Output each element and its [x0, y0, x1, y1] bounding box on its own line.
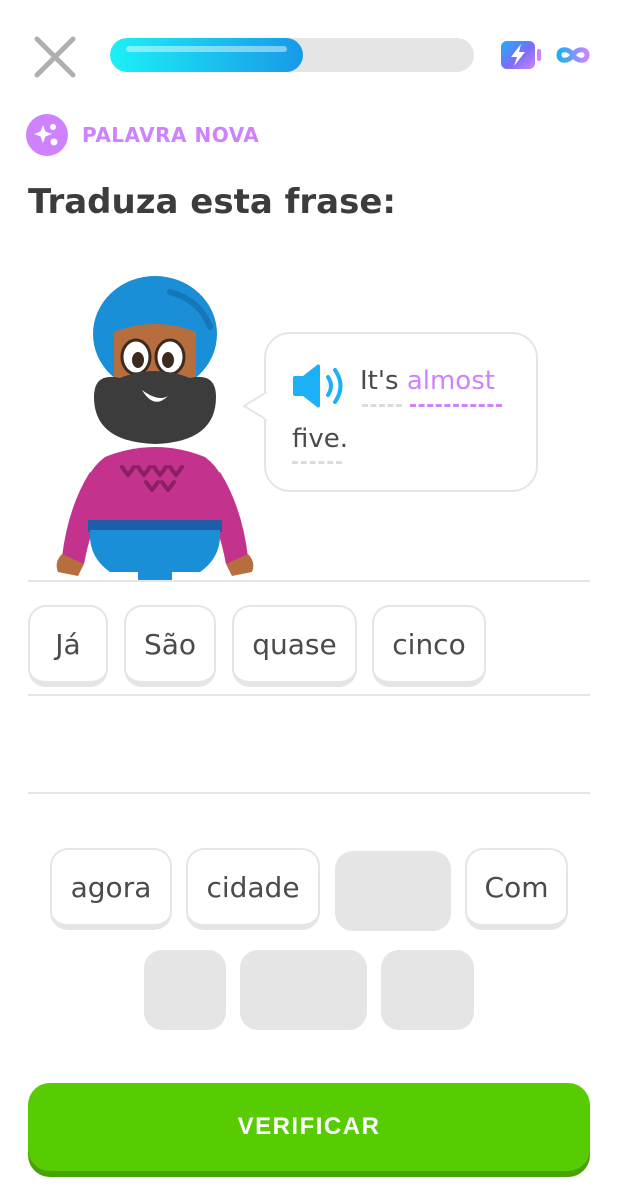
- prompt-word-five[interactable]: five.: [292, 424, 348, 454]
- speech-bubble: [264, 332, 538, 492]
- answer-tile[interactable]: Já: [28, 605, 108, 687]
- verify-button[interactable]: VERIFICAR: [28, 1083, 590, 1171]
- prompt-line-1: It's almost: [360, 366, 495, 396]
- infinity-icon: [556, 47, 590, 63]
- progress-bar: [110, 38, 474, 72]
- progress-fill: [110, 38, 303, 72]
- word-bank-tile[interactable]: cidade: [186, 848, 320, 930]
- new-word-sparkle-icon: [26, 114, 68, 156]
- hint-underline-new-word: [410, 404, 502, 407]
- speech-bubble-tail: [243, 391, 268, 421]
- character-illustration: [56, 276, 254, 582]
- answer-tile[interactable]: cinco: [372, 605, 486, 687]
- word-bank-empty-slot: [381, 950, 474, 1030]
- close-icon[interactable]: [30, 32, 80, 82]
- answer-line-middle: [28, 694, 590, 696]
- speaker-icon[interactable]: [290, 363, 348, 409]
- page-title: Traduza esta frase:: [28, 182, 397, 222]
- word-bank-tile[interactable]: agora: [50, 848, 172, 930]
- answer-line-bottom: [28, 792, 590, 794]
- answer-tile[interactable]: quase: [232, 605, 357, 687]
- answer-line-top: [28, 580, 590, 582]
- prompt-word-almost[interactable]: almost: [407, 366, 495, 396]
- energy-battery-icon[interactable]: [500, 39, 542, 71]
- word-bank-empty-slot: [335, 851, 451, 931]
- prompt-word-its[interactable]: It's: [360, 366, 399, 396]
- new-word-label: PALAVRA NOVA: [82, 123, 260, 147]
- word-bank-empty-slot: [240, 950, 367, 1030]
- word-bank-empty-slot: [144, 950, 226, 1030]
- answer-tile[interactable]: São: [124, 605, 216, 687]
- new-word-badge: PALAVRA NOVA: [26, 114, 259, 156]
- word-bank-tile[interactable]: Com: [465, 848, 568, 930]
- progress-shine: [126, 46, 287, 52]
- hint-underline: [362, 404, 402, 407]
- hint-underline: [292, 461, 342, 464]
